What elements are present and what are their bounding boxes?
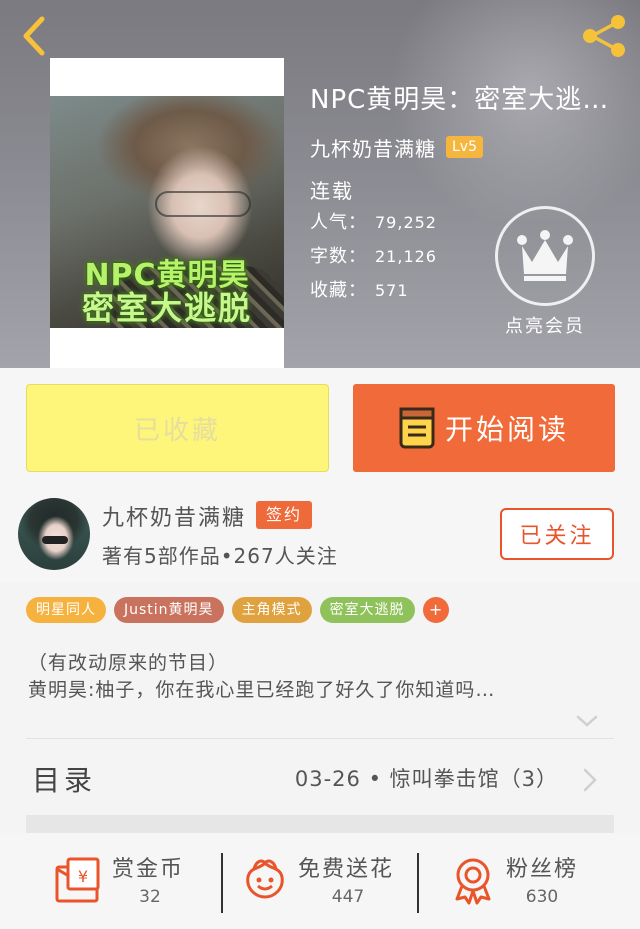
cover-title-line2: 密室大逃脱 — [81, 288, 252, 327]
stat-label: 收藏： — [310, 280, 367, 301]
tag-chip[interactable]: 主角模式 — [231, 597, 312, 623]
divider — [417, 853, 419, 913]
tag-chip[interactable]: 密室大逃脱 — [319, 597, 415, 623]
level-badge: Lv5 — [446, 136, 483, 158]
catalog-row[interactable]: 目录 03-26 • 惊叫拳击馆（3） — [26, 739, 614, 815]
book-header: NPC黄明昊 密室大逃脱 NPC黄明昊：密室大逃… 九杯奶昔满糖 Lv5 连载 … — [0, 0, 640, 368]
author-line: 九杯奶昔满糖 Lv5 — [310, 132, 640, 162]
svg-text:¥: ¥ — [78, 867, 88, 886]
chevron-left-icon — [23, 16, 45, 56]
vip-circle — [495, 206, 595, 306]
red-envelope-icon: ¥ — [55, 857, 100, 903]
add-tag-button[interactable]: + — [422, 597, 449, 623]
tag-list: 明星同人 Justin黄明昊 主角模式 密室大逃脱 + — [26, 597, 449, 625]
cover-title-line1: NPC黄明昊 — [84, 258, 250, 293]
stat-value: 79,252 — [375, 213, 437, 232]
stat-label: 人气： — [310, 212, 367, 233]
avatar[interactable] — [18, 498, 90, 570]
chevron-right-icon — [583, 768, 597, 792]
follow-button[interactable]: 已关注 — [500, 508, 614, 560]
cover-glasses-detail — [155, 191, 251, 217]
chevron-down-icon — [576, 715, 598, 727]
reward-label: 赏金币 — [112, 857, 185, 882]
reward-coins-button[interactable]: ¥ 赏金币 32 — [54, 847, 204, 917]
cover-title: NPC黄明昊 密室大逃脱 — [50, 260, 284, 325]
stat-value: 21,126 — [375, 247, 437, 266]
flowers-value: 447 — [331, 887, 365, 907]
signed-badge: 签约 — [256, 501, 313, 529]
tag-chip[interactable]: 明星同人 — [26, 597, 106, 623]
vip-label: 点亮会员 — [505, 316, 585, 337]
description-line: 黄明昊:柚子，你在我心里已经跑了好久了你知道吗… — [28, 679, 496, 701]
book-cover[interactable]: NPC黄明昊 密室大逃脱 — [50, 58, 284, 368]
expand-description-button[interactable] — [574, 712, 600, 732]
medal-icon — [455, 858, 491, 905]
reward-value: 32 — [139, 887, 161, 907]
latest-chapter: 03-26 • 惊叫拳击馆（3） — [294, 767, 558, 791]
start-reading-button[interactable]: 开始阅读 — [353, 384, 615, 472]
header-author-name[interactable]: 九杯奶昔满糖 — [310, 133, 436, 162]
section-separator — [26, 815, 614, 833]
flowers-label: 免费送花 — [298, 857, 395, 882]
crown-icon — [517, 230, 573, 281]
action-bar: 已收藏 开始阅读 — [0, 368, 640, 486]
share-icon — [583, 15, 625, 57]
serial-status: 连载 — [310, 179, 354, 203]
fan-ranking-value: 630 — [525, 887, 559, 907]
start-reading-label: 开始阅读 — [444, 413, 569, 446]
author-name[interactable]: 九杯奶昔满糖 — [102, 500, 246, 532]
stat-value: 571 — [375, 281, 409, 300]
divider — [221, 853, 223, 913]
flower-icon — [246, 859, 284, 899]
book-title: NPC黄明昊：密室大逃… — [310, 85, 610, 115]
tag-chip[interactable]: Justin黄明昊 — [114, 597, 224, 623]
book-description[interactable]: （有改动原来的节目） 黄明昊:柚子，你在我心里已经跑了好久了你知道吗… — [28, 650, 612, 704]
book-icon — [399, 407, 435, 449]
stat-label: 字数： — [310, 246, 367, 267]
vip-button[interactable]: 点亮会员 — [493, 206, 597, 337]
fan-ranking-button[interactable]: 粉丝榜 630 — [448, 847, 618, 917]
favorite-button[interactable]: 已收藏 — [26, 384, 329, 472]
author-meta: 著有5部作品•267人关注 — [102, 544, 338, 568]
author-row: 九杯奶昔满糖 签约 著有5部作品•267人关注 已关注 — [0, 486, 640, 582]
catalog-label: 目录 — [32, 764, 97, 797]
back-button[interactable] — [14, 14, 54, 58]
fan-ranking-label: 粉丝榜 — [506, 857, 579, 882]
free-flowers-button[interactable]: 免费送花 447 — [240, 847, 410, 917]
share-button[interactable] — [578, 14, 630, 58]
bottom-stats-bar: ¥ 赏金币 32 免费送花 447 粉丝榜 630 — [0, 833, 640, 929]
description-line: （有改动原来的节目） — [28, 652, 229, 674]
